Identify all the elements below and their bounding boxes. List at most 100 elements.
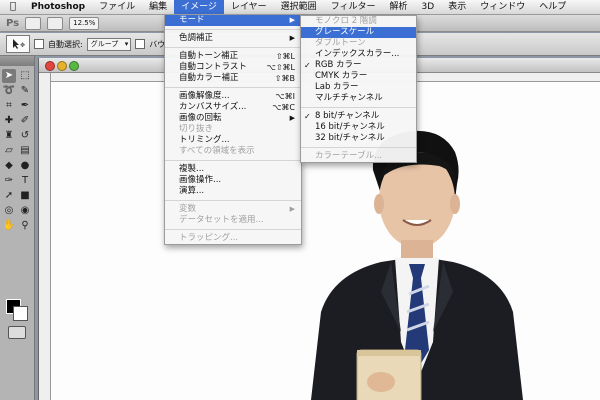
healing-brush-tool-icon[interactable]: ✚ [2,114,16,128]
image-menu-item-label: 自動トーン補正 [179,51,239,61]
image-menu-item[interactable]: 自動トーン補正 ⇧⌘L [165,51,301,62]
image-menu-item-label: モード [179,15,205,25]
shortcut-label: ⌥⌘C [272,103,295,112]
mode-menu-item[interactable]: 16 bit/チャンネル [301,122,416,133]
marquee-tool-icon[interactable]: ⬚ [18,69,32,83]
background-color-swatch[interactable] [13,306,28,321]
checkmark-icon: ✓ [304,112,311,121]
image-menu-item: データセットを適用... [165,215,301,226]
mode-menu-item[interactable]: グレースケール [301,27,416,38]
close-window-button[interactable] [45,61,55,71]
image-menu-item-label: データセットを適用... [179,215,264,225]
menubar-item-2[interactable]: 編集 [142,0,174,14]
mode-menu-item-label: モノクロ 2 階調 [315,16,377,26]
menubar-item-3[interactable]: イメージ [174,0,224,14]
image-menu-item[interactable]: 自動カラー補正 ⇧⌘B [165,73,301,84]
lasso-tool-icon[interactable]: ➰ [2,84,16,98]
3d-rotate-tool-icon[interactable]: ◎ [2,204,16,218]
history-brush-tool-icon[interactable]: ↺ [18,129,32,143]
mode-menu-item-label: インデックスカラー... [315,49,400,59]
mode-menu-item[interactable]: CMYK カラー [301,71,416,82]
brush-tool-icon[interactable]: ✐ [18,114,32,128]
mode-menu-item[interactable]: マルチチャンネル [301,93,416,104]
mode-menu-item[interactable]: インデックスカラー... [301,49,416,60]
menubar-item-8[interactable]: 3D [415,0,442,14]
checkmark-icon: ✓ [304,61,311,70]
image-menu-item-label: すべての領域を表示 [179,146,255,156]
image-menu-item[interactable]: 色調補正 ▶ [165,33,301,44]
move-icon: ✥ [13,39,25,49]
menu-separator [165,200,301,201]
mode-menu-item[interactable]: ✓ 8 bit/チャンネル [301,111,416,122]
crop-tool-icon[interactable]: ⌗ [2,99,16,113]
view-extras-button[interactable] [47,16,64,30]
image-menu-item: 変数 ▶ [165,204,301,215]
image-menu-item: すべての領域を表示 [165,146,301,157]
mode-menu-item-label: ダブルトーン [315,38,366,48]
gradient-tool-icon[interactable]: ▤ [18,144,32,158]
zoom-tool-icon[interactable]: ⚲ [18,219,32,233]
mode-menu-item[interactable]: 32 bit/チャンネル [301,133,416,144]
svg-text:✥: ✥ [20,42,25,49]
image-menu-item[interactable]: カンバスサイズ... ⌥⌘C [165,102,301,113]
launch-bridge-button[interactable] [25,16,42,30]
menubar-item-0[interactable]: Photoshop [24,0,92,14]
zoom-level-select[interactable]: 12.5% [69,16,100,30]
image-menu-item[interactable]: トリミング... [165,135,301,146]
mode-menu-item-label: グレースケール [315,27,375,37]
menu-separator [301,147,416,148]
minimize-window-button[interactable] [57,61,67,71]
hand-tool-icon[interactable]: ✋ [2,219,16,233]
image-menu-item[interactable]: 画像解像度... ⌥⌘I [165,91,301,102]
image-menu-item[interactable]: 自動コントラスト ⌥⇧⌘L [165,62,301,73]
apple-menu-icon[interactable]:  [0,0,24,14]
menubar-item-4[interactable]: レイヤー [224,0,274,14]
mode-menu-item: カラーテーブル... [301,151,416,162]
quick-select-tool-icon[interactable]: ✎ [18,84,32,98]
shape-tool-icon[interactable]: ■ [18,189,32,203]
menu-separator [165,87,301,88]
mode-menu-item-label: CMYK カラー [315,71,368,81]
auto-select-checkbox[interactable] [34,39,44,49]
pen-tool-icon[interactable]: ✑ [2,174,16,188]
eyedropper-tool-icon[interactable]: ✒ [18,99,32,113]
blur-tool-icon[interactable]: ◆ [2,159,16,173]
mode-menu-item-label: 8 bit/チャンネル [315,111,380,121]
image-menu-item[interactable]: 画像の回転 ▶ [165,113,301,124]
mode-menu-item[interactable]: Lab カラー [301,82,416,93]
type-tool-icon[interactable]: T [18,174,32,188]
3d-orbit-tool-icon[interactable]: ◉ [18,204,32,218]
vertical-ruler [39,73,51,400]
transform-controls-checkbox[interactable] [135,39,146,49]
menubar-item-5[interactable]: 選択範囲 [274,0,324,14]
mode-menu-item-label: カラーテーブル... [315,151,383,161]
eraser-tool-icon[interactable]: ▱ [2,144,16,158]
quick-mask-button[interactable] [8,326,26,339]
menubar-item-10[interactable]: ウィンドウ [473,0,532,14]
image-menu: モード ▶ 色調補正 ▶ 自動トーン補正 ⇧⌘L 自動コントラスト ⌥⇧⌘L 自動カラー補正 ⇧⌘… [164,14,302,245]
path-select-tool-icon[interactable]: ➚ [2,189,16,203]
image-menu-item-label: トラッピング... [179,233,239,243]
image-menu-item[interactable]: モード ▶ [165,15,301,26]
image-menu-item[interactable]: 画像操作... [165,175,301,186]
clone-stamp-tool-icon[interactable]: ♜ [2,129,16,143]
menubar-item-11[interactable]: ヘルプ [532,0,573,14]
zoom-window-button[interactable] [69,61,79,71]
tool-preset-picker[interactable]: ✥ [6,35,30,53]
submenu-arrow-icon: ▶ [289,16,295,24]
move-tool-icon[interactable]: ➤ [2,69,16,83]
menubar-item-1[interactable]: ファイル [92,0,142,14]
dodge-tool-icon[interactable]: ● [18,159,32,173]
shortcut-label: ⌥⌘I [275,92,295,101]
tools-panel-header[interactable] [0,56,34,66]
image-menu-item[interactable]: 演算... [165,186,301,197]
menubar-item-9[interactable]: 表示 [441,0,473,14]
mode-menu-item[interactable]: ✓ RGB カラー [301,60,416,71]
auto-select-dropdown[interactable]: グループ [86,37,132,51]
shortcut-label: ⇧⌘L [275,52,295,61]
mode-menu-item-label: 32 bit/チャンネル [315,133,385,143]
image-menu-item[interactable]: 複製... [165,164,301,175]
menubar-item-6[interactable]: フィルター [324,0,383,14]
menubar-item-7[interactable]: 解析 [383,0,415,14]
menubar:  Photoshopファイル編集イメージレイヤー選択範囲フィルター解析3D表示… [0,0,600,15]
